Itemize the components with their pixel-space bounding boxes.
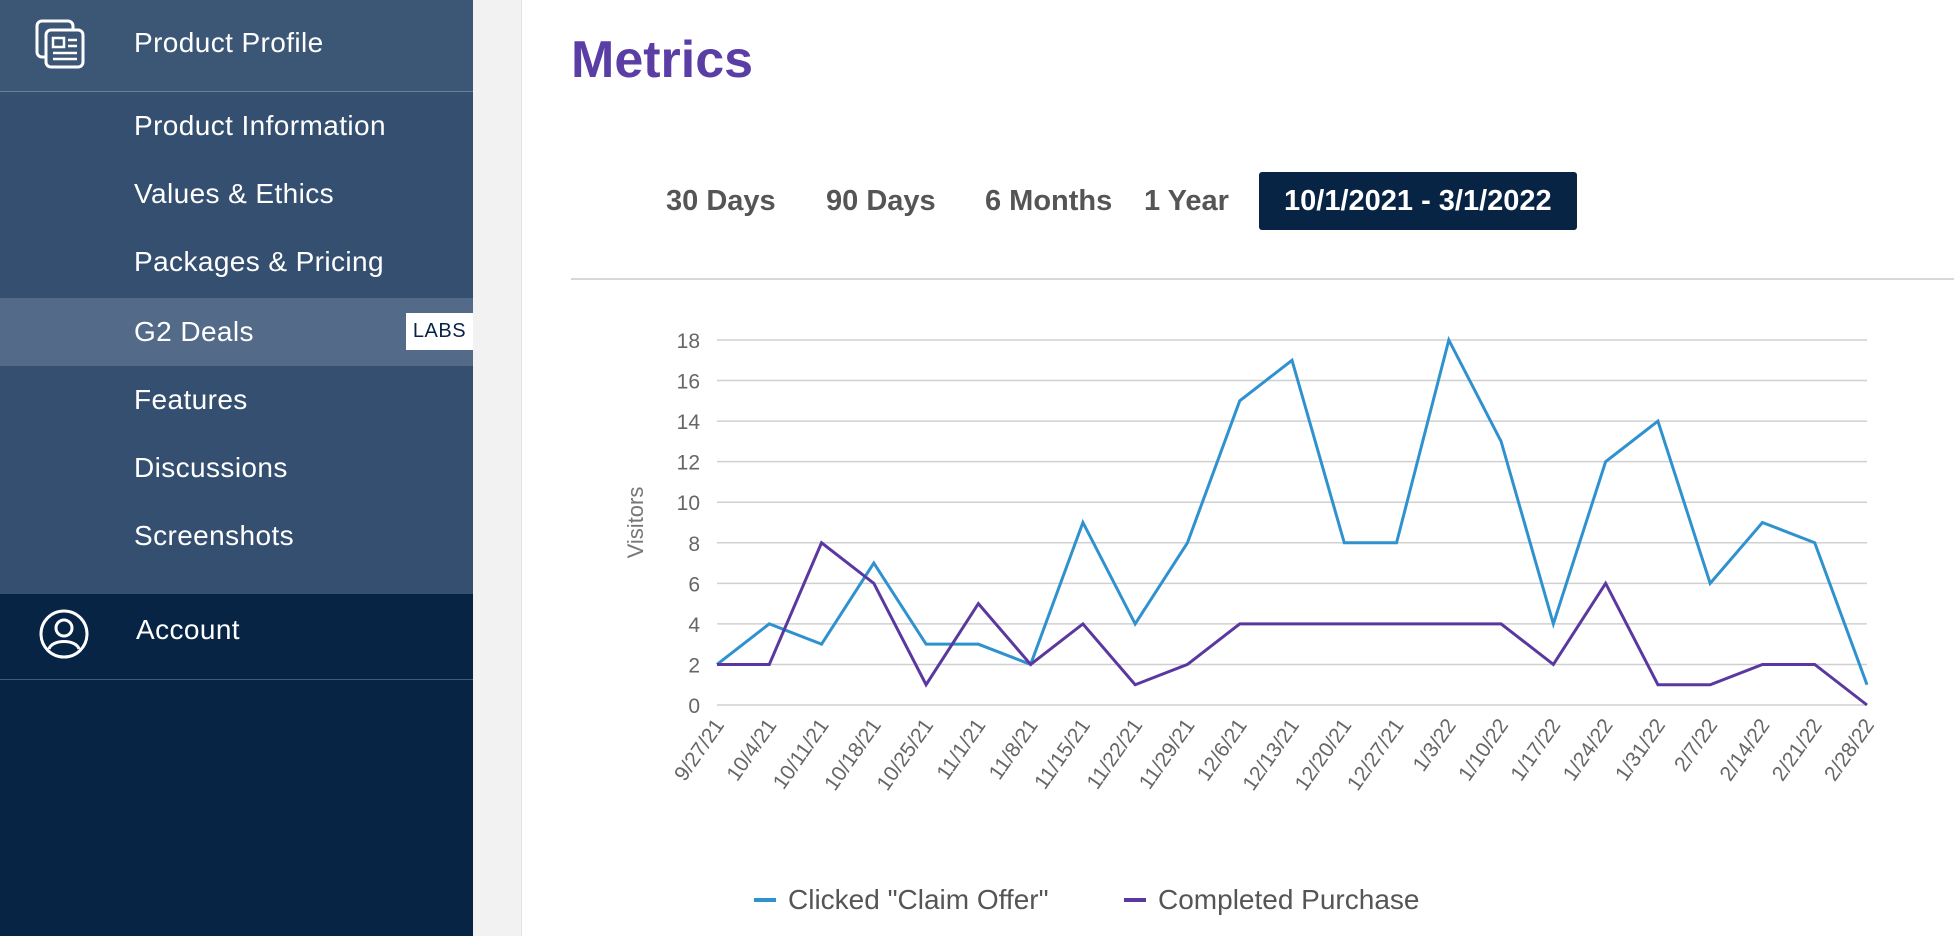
sidebar-section-product-profile[interactable]: Product Profile	[0, 0, 473, 92]
x-tick-label: 2/21/22	[1768, 715, 1827, 786]
range-tab-custom[interactable]: 10/1/2021 - 3/1/2022	[1259, 172, 1577, 230]
sidebar-item-label: Screenshots	[134, 520, 295, 551]
sidebar-item-label: Packages & Pricing	[134, 246, 384, 277]
main-content: Metrics 30 Days 90 Days 6 Months 1 Year …	[522, 0, 1954, 936]
x-tick-label: 1/17/22	[1506, 715, 1565, 786]
y-tick-label: 14	[677, 411, 701, 434]
legend-item-claim-offer: Clicked "Claim Offer"	[754, 884, 1049, 916]
content-gutter	[473, 0, 522, 936]
x-tick-label: 1/3/22	[1409, 715, 1461, 776]
x-tick-label: 2/7/22	[1670, 715, 1722, 776]
range-tab-30-days[interactable]: 30 Days	[666, 172, 776, 230]
y-tick-label: 16	[677, 371, 700, 394]
y-tick-label: 8	[688, 533, 700, 556]
series-line	[716, 335, 1869, 686]
account-icon	[38, 608, 90, 660]
sidebar-item-values-ethics[interactable]: Values & Ethics	[0, 160, 473, 228]
x-tick-label: 2/14/22	[1716, 715, 1775, 786]
sidebar-item-label: Features	[134, 384, 248, 415]
sidebar-item-features[interactable]: Features	[0, 366, 473, 434]
y-axis-label: Visitors	[623, 487, 648, 559]
sidebar-item-packages-pricing[interactable]: Packages & Pricing	[0, 228, 473, 296]
sidebar-item-label: Values & Ethics	[134, 178, 335, 209]
labs-badge: LABS	[406, 313, 473, 350]
product-profile-icon	[34, 18, 86, 70]
y-tick-label: 12	[677, 452, 700, 475]
sidebar-section-account[interactable]: Account	[0, 594, 473, 680]
sidebar-section-label: Product Profile	[134, 27, 324, 58]
y-tick-label: 2	[688, 654, 700, 677]
sidebar-item-discussions[interactable]: Discussions	[0, 434, 473, 502]
sidebar-item-product-information[interactable]: Product Information	[0, 92, 473, 160]
sidebar: Product Profile Product Information Valu…	[0, 0, 473, 936]
legend-swatch	[1124, 897, 1146, 902]
range-tab-90-days[interactable]: 90 Days	[826, 172, 936, 230]
page-title: Metrics	[571, 31, 754, 89]
x-tick-label: 1/24/22	[1559, 715, 1618, 786]
legend-item-completed-purchase: Completed Purchase	[1124, 884, 1419, 916]
x-tick-label: 2/28/22	[1820, 715, 1879, 786]
y-tick-label: 0	[688, 695, 700, 718]
sidebar-item-label: Discussions	[134, 452, 288, 483]
legend-label: Clicked "Claim Offer"	[788, 884, 1049, 915]
x-tick-label: 1/10/22	[1454, 715, 1513, 786]
sidebar-item-label: Product Information	[134, 110, 386, 141]
y-tick-label: 10	[677, 492, 700, 515]
y-tick-label: 4	[688, 614, 700, 637]
x-tick-label: 1/31/22	[1611, 715, 1670, 786]
range-tab-1-year[interactable]: 1 Year	[1144, 172, 1229, 230]
x-tick-label: 11/1/21	[932, 715, 990, 784]
y-tick-label: 6	[688, 573, 700, 596]
sidebar-item-g2-deals[interactable]: G2 Deals LABS	[0, 298, 473, 366]
legend-label: Completed Purchase	[1158, 884, 1420, 915]
sidebar-subnav: Product Information Values & Ethics Pack…	[0, 92, 473, 594]
sidebar-item-label: G2 Deals	[134, 316, 254, 347]
metrics-line-chart: 024681012141618Visitors9/27/2110/4/2110/…	[623, 330, 1879, 795]
legend-swatch	[754, 897, 776, 902]
account-label: Account	[136, 614, 240, 645]
sidebar-item-screenshots[interactable]: Screenshots	[0, 502, 473, 570]
x-tick-label: 9/27/21	[670, 715, 729, 786]
divider	[571, 278, 1954, 280]
range-tab-6-months[interactable]: 6 Months	[985, 172, 1112, 230]
y-tick-label: 18	[677, 330, 700, 353]
